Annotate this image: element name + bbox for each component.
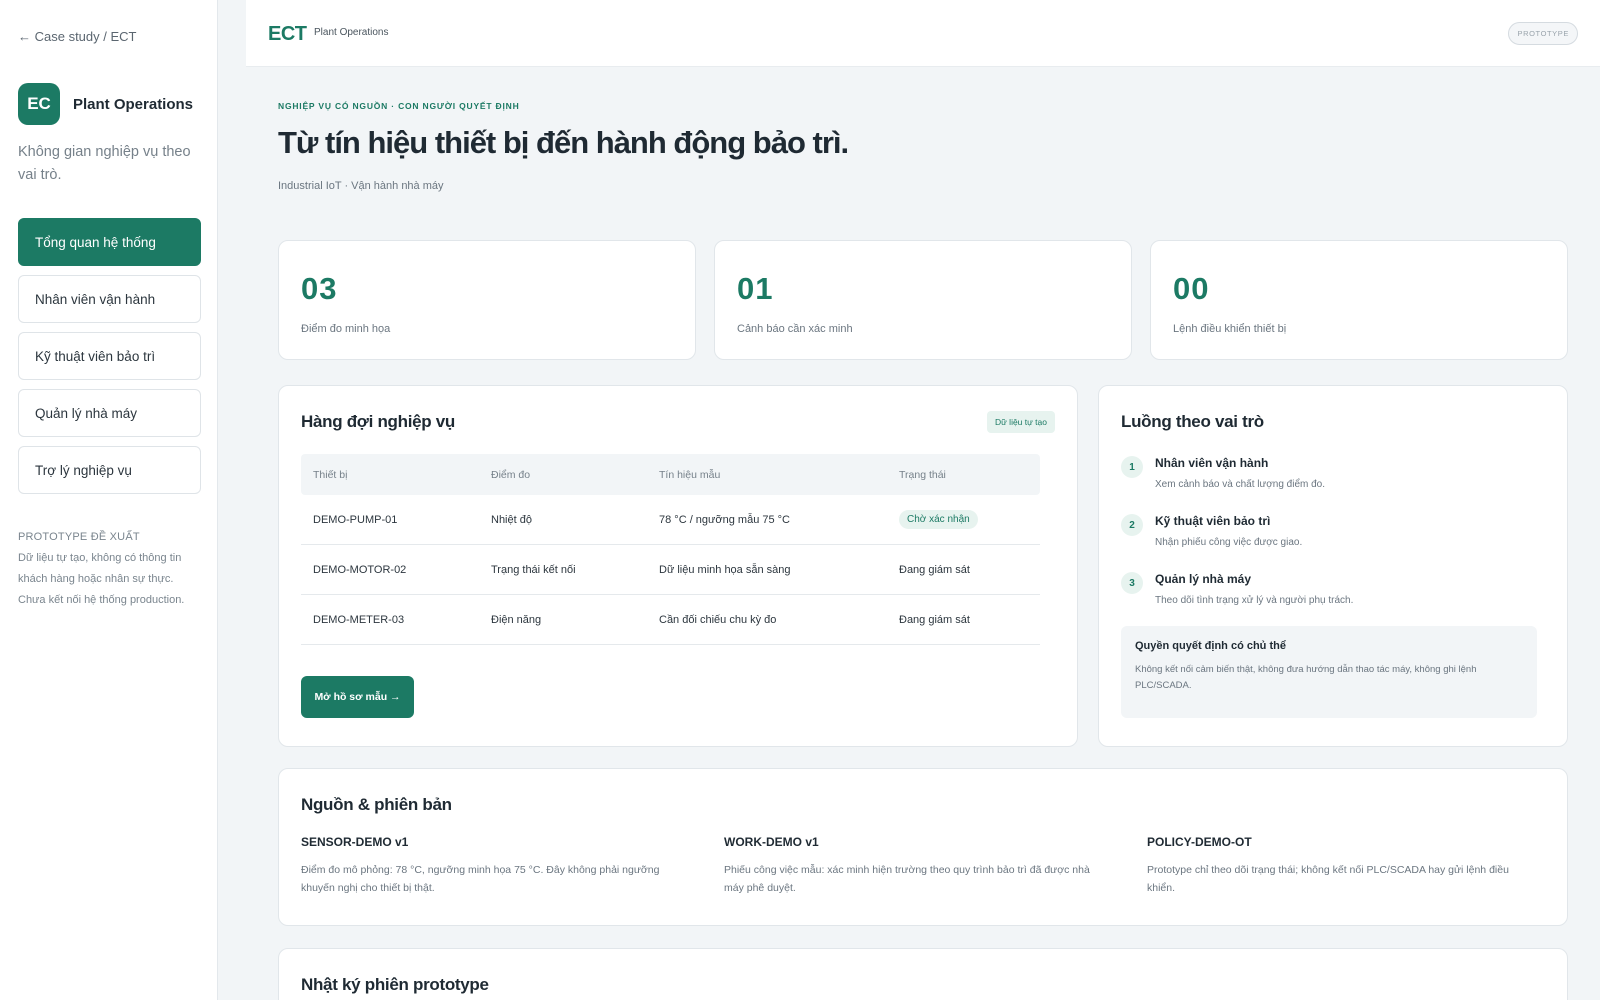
sources-card: Nguồn & phiên bản SENSOR-DEMO v1 Điểm đo…	[278, 768, 1568, 926]
stat-label: Lệnh điều khiển thiết bị	[1173, 323, 1287, 335]
step-number: 1	[1121, 456, 1143, 478]
cell-status: Đang giám sát	[899, 613, 970, 626]
top-bar: ECT Plant Operations PROTOTYPE	[246, 0, 1600, 67]
top-logo: ECT	[268, 23, 307, 45]
cell-point: Điện năng	[491, 613, 542, 626]
nav-item-overview[interactable]: Tổng quan hệ thống	[18, 218, 201, 266]
decision-rights-box: Quyền quyết định có chủ thể Không kết nố…	[1121, 626, 1537, 718]
top-subtitle: Plant Operations	[314, 27, 389, 38]
session-log-card: Nhật ký phiên prototype	[278, 948, 1568, 1000]
stat-label: Cảnh báo cần xác minh	[737, 323, 853, 335]
open-sample-record-button[interactable]: Mở hồ sơ mẫu →	[301, 676, 414, 718]
stat-label: Điểm đo minh họa	[301, 323, 391, 335]
source-text: Phiếu công việc mẫu: xác minh hiện trườn…	[724, 864, 1090, 894]
nav-item-maintenance-tech[interactable]: Kỹ thuật viên bảo trì	[18, 332, 201, 380]
sources-title: Nguồn & phiên bản	[301, 795, 452, 814]
source-text: Prototype chỉ theo dõi trạng thái; không…	[1147, 864, 1509, 894]
source-item: POLICY-DEMO-OT Prototype chỉ theo dõi tr…	[1147, 835, 1532, 897]
column-header: Tín hiệu mẫu	[659, 468, 721, 481]
cell-signal: Cần đối chiếu chu kỳ đo	[659, 613, 777, 626]
table-row[interactable]: DEMO-PUMP-01 Nhiệt độ 78 °C / ngưỡng mẫu…	[301, 495, 1040, 545]
stat-card-alerts: 01 Cảnh báo cần xác minh	[714, 240, 1132, 360]
queue-card: Hàng đợi nghiệp vụ Dữ liệu tự tạo Thiết …	[278, 385, 1078, 747]
sidebar-description: Không gian nghiệp vụ theo vai trò.	[18, 144, 191, 183]
step-title: Nhân viên vận hành	[1155, 456, 1269, 470]
prototype-note: PROTOTYPE ĐỀ XUẤT Dữ liệu tự tạo, không …	[18, 527, 203, 611]
stat-value: 00	[1173, 271, 1210, 306]
step-number: 3	[1121, 572, 1143, 594]
brand: EC Plant Operations	[18, 83, 193, 125]
flow-title: Luồng theo vai trò	[1121, 412, 1264, 431]
stat-card-control-commands: 00 Lệnh điều khiển thiết bị	[1150, 240, 1568, 360]
step-description: Theo dõi tình trạng xử lý và người phụ t…	[1155, 595, 1354, 606]
column-header: Điểm đo	[491, 468, 531, 481]
step-title: Quản lý nhà máy	[1155, 572, 1252, 586]
prototype-note-text: Dữ liệu tự tạo, không có thông tin khách…	[18, 552, 185, 606]
prototype-badge: PROTOTYPE	[1508, 22, 1578, 45]
back-to-case-study-link[interactable]: ← Case study / ECT	[18, 29, 136, 44]
stat-card-measure-points: 03 Điểm đo minh họa	[278, 240, 696, 360]
hero-eyebrow: NGHIỆP VỤ CÓ NGUỒN · CON NGƯỜI QUYẾT ĐỊN…	[278, 101, 520, 111]
cell-status: Đang giám sát	[899, 563, 970, 576]
source-text: Điểm đo mô phỏng: 78 °C, ngưỡng minh họa…	[301, 864, 660, 894]
column-header: Thiết bị	[313, 468, 348, 481]
queue-table: Thiết bị Điểm đo Tín hiệu mẫu Trạng thái…	[301, 454, 1040, 645]
page-title: Từ tín hiệu thiết bị đến hành động bảo t…	[278, 125, 849, 160]
source-item: SENSOR-DEMO v1 Điểm đo mô phỏng: 78 °C, …	[301, 835, 686, 897]
decision-title: Quyền quyết định có chủ thể	[1135, 640, 1286, 652]
brand-logo: EC	[18, 83, 60, 125]
table-header: Thiết bị Điểm đo Tín hiệu mẫu Trạng thái	[301, 454, 1040, 495]
step-description: Nhận phiếu công việc được giao.	[1155, 537, 1303, 548]
synthetic-data-badge: Dữ liệu tự tạo	[986, 411, 1055, 433]
source-title: SENSOR-DEMO v1	[301, 835, 409, 849]
decision-text: Không kết nối cảm biến thật, không đưa h…	[1135, 664, 1477, 691]
cell-device: DEMO-METER-03	[313, 613, 405, 626]
queue-title: Hàng đợi nghiệp vụ	[301, 412, 456, 431]
step-title: Kỹ thuật viên bảo trì	[1155, 514, 1271, 528]
source-item: WORK-DEMO v1 Phiếu công việc mẫu: xác mi…	[724, 835, 1109, 897]
nav-item-operator[interactable]: Nhân viên vận hành	[18, 275, 201, 323]
source-title: POLICY-DEMO-OT	[1147, 835, 1252, 849]
prototype-note-title: PROTOTYPE ĐỀ XUẤT	[18, 531, 140, 543]
sidebar-nav: Tổng quan hệ thống Nhân viên vận hành Kỹ…	[18, 218, 201, 503]
column-header: Trạng thái	[899, 468, 946, 481]
table-row[interactable]: DEMO-MOTOR-02 Trạng thái kết nối Dữ liệu…	[301, 545, 1040, 595]
step-number: 2	[1121, 514, 1143, 536]
step-description: Xem cảnh báo và chất lượng điểm đo.	[1155, 479, 1326, 490]
sidebar: ← Case study / ECT EC Plant Operations K…	[0, 0, 218, 1000]
cell-signal: Dữ liệu minh họa sẵn sàng	[659, 563, 791, 576]
cell-status: Chờ xác nhận	[899, 510, 1040, 529]
cell-point: Nhiệt độ	[491, 513, 532, 526]
role-flow-card: Luồng theo vai trò 1 Nhân viên vận hành …	[1098, 385, 1568, 747]
cell-device: DEMO-PUMP-01	[313, 513, 398, 526]
source-title: WORK-DEMO v1	[724, 835, 819, 849]
nav-item-plant-manager[interactable]: Quản lý nhà máy	[18, 389, 201, 437]
status-badge: Chờ xác nhận	[899, 510, 978, 529]
cell-signal: 78 °C / ngưỡng mẫu 75 °C	[659, 513, 790, 526]
hero-subtitle: Industrial IoT · Vận hành nhà máy	[278, 180, 444, 192]
log-title: Nhật ký phiên prototype	[301, 975, 489, 994]
nav-item-assistant[interactable]: Trợ lý nghiệp vụ	[18, 446, 201, 494]
table-row[interactable]: DEMO-METER-03 Điện năng Cần đối chiếu ch…	[301, 595, 1040, 645]
brand-name: Plant Operations	[73, 95, 194, 113]
stat-value: 03	[301, 271, 338, 306]
cell-point: Trạng thái kết nối	[491, 563, 576, 576]
cell-device: DEMO-MOTOR-02	[313, 563, 407, 576]
stat-value: 01	[737, 271, 774, 306]
